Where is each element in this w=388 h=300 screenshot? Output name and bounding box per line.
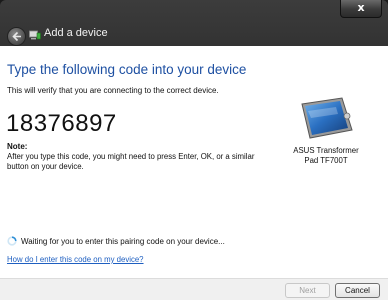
status-text: Waiting for you to enter this pairing co… [21,236,225,246]
back-button[interactable] [7,27,26,46]
tablet-device-icon [301,97,353,139]
note-label: Note: [7,142,28,151]
note-text: After you type this code, you might need… [7,152,255,171]
dialog-content: Type the following code into your device… [0,46,388,278]
page-subtitle: This will verify that you are connecting… [7,86,219,95]
window-title: Add a device [44,27,108,39]
page-heading: Type the following code into your device [7,62,247,77]
dialog-footer: Next Cancel [0,278,388,300]
device-name: ASUS Transformer Pad TF700T [293,146,359,165]
add-device-window: x Add a device Type the following code i… [0,0,388,300]
back-arrow-icon [12,31,21,42]
add-device-icon [29,30,41,40]
pairing-code: 18376897 [6,110,117,137]
help-link[interactable]: How do I enter this code on my device? [7,255,144,264]
cancel-button[interactable]: Cancel [335,283,380,298]
status-row: Waiting for you to enter this pairing co… [7,235,225,247]
next-button[interactable]: Next [285,283,330,298]
spinner-icon [7,236,17,246]
close-button[interactable]: x [340,0,382,18]
